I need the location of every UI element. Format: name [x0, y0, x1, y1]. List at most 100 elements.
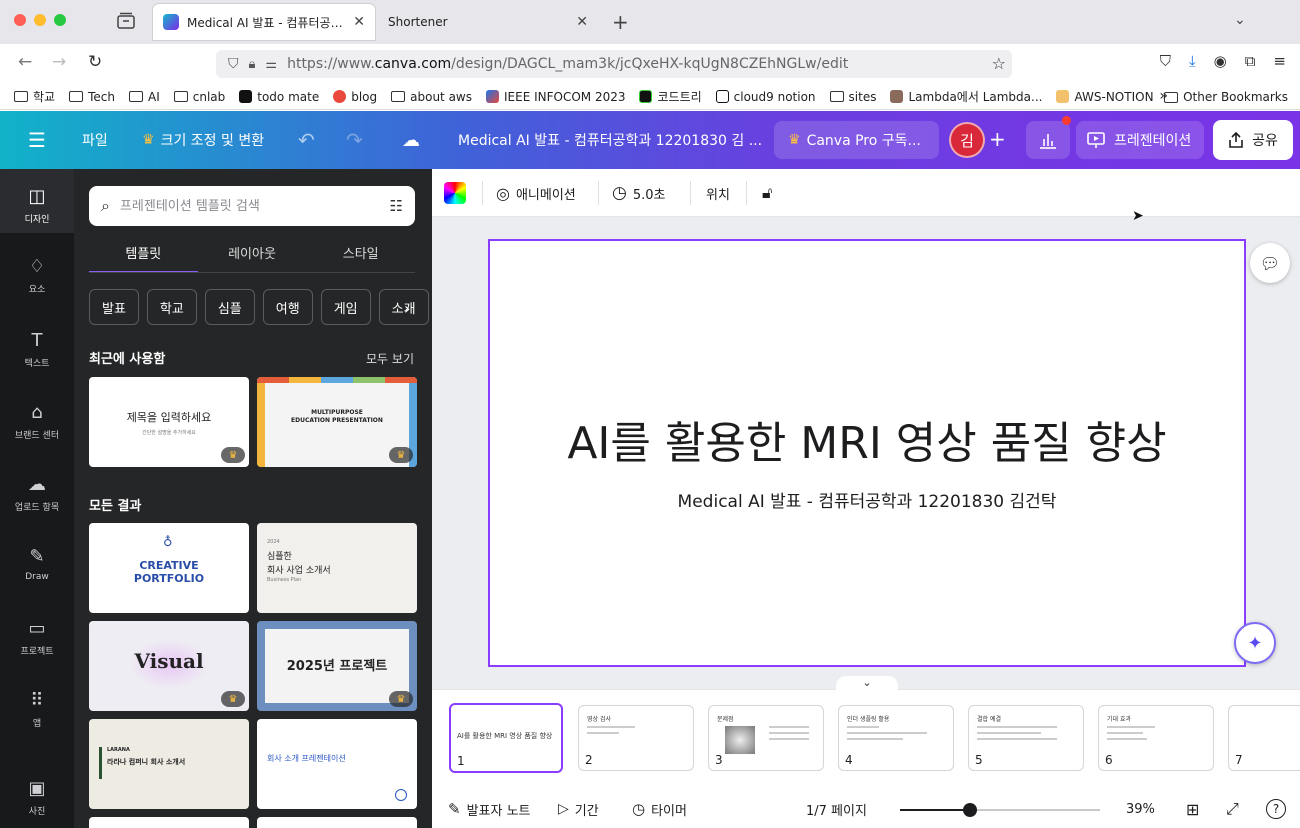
tab-canva[interactable]: Medical AI 발표 - 컴퓨터공학과 12201830 김 ✕ — [153, 4, 375, 40]
tab-templates[interactable]: 템플릿 — [89, 239, 198, 273]
background-color-button[interactable] — [444, 169, 466, 217]
bookmark-folder[interactable]: cnlab — [173, 90, 225, 104]
page-thumb[interactable]: 문제점 3 — [708, 705, 824, 771]
chip[interactable]: 게임 — [320, 289, 371, 325]
account-icon[interactable]: ◉ — [1214, 52, 1227, 70]
page-thumb[interactable]: 결합 예결 5 — [968, 705, 1084, 771]
template-thumb[interactable]: 2025년 프로젝트 ♛ — [257, 621, 417, 711]
add-collaborator-icon[interactable]: + — [989, 127, 1006, 151]
rail-item-apps[interactable]: ⠿ 앱 — [0, 689, 74, 730]
bookmark-link[interactable]: cloud9 notion — [715, 90, 816, 104]
timer-button[interactable]: ◷ 타이머 — [632, 790, 687, 828]
chevron-right-icon[interactable]: › — [404, 299, 410, 318]
see-all-link[interactable]: 모두 보기 — [366, 350, 414, 367]
bookmark-link[interactable]: AWS-NOTION — [1056, 90, 1154, 104]
rail-item-text[interactable]: T 텍스트 — [0, 329, 74, 370]
magic-assistant-button[interactable]: ✦ — [1234, 622, 1276, 664]
address-bar[interactable]: ⛉ 🔒︎ ⚌ https://www.canva.com/design/DAGC… — [216, 50, 1012, 78]
slide-canvas[interactable]: AI를 활용한 MRI 영상 품질 향상 Medical AI 발표 - 컴퓨터… — [488, 239, 1246, 667]
other-bookmarks[interactable]: Other Bookmarks — [1164, 90, 1288, 104]
slide-title[interactable]: AI를 활용한 MRI 영상 품질 향상 — [490, 407, 1244, 471]
chip[interactable]: 여행 — [262, 289, 313, 325]
page-thumb[interactable]: 기대 효과 6 — [1098, 705, 1214, 771]
bookmark-folder[interactable]: AI — [128, 90, 160, 104]
bookmark-link[interactable]: IEEE INFOCOM 2023 — [485, 90, 625, 104]
page-indicator[interactable]: 1/7 페이지 — [806, 790, 867, 828]
canva-pro-button[interactable]: ♛ Canva Pro 구독... — [774, 121, 939, 159]
reload-icon[interactable]: ↻ — [88, 52, 102, 72]
page-thumb[interactable]: 인더 생플링 활용 4 — [838, 705, 954, 771]
zoom-level[interactable]: 39% — [1126, 790, 1155, 828]
extensions-icon[interactable]: ⧉ — [1245, 52, 1256, 70]
avatar[interactable]: 김 — [949, 122, 985, 158]
template-thumb[interactable]: ♁ CREATIVE PORTFOLIO — [89, 523, 249, 613]
template-thumb[interactable]: 2024 심플한 회사 사업 소개서 Business Plan — [257, 523, 417, 613]
template-search[interactable]: ⌕ ☷ — [89, 186, 415, 226]
bookmark-link[interactable]: todo mate — [239, 90, 319, 104]
rail-item-projects[interactable]: ▭ 프로젝트 — [0, 617, 74, 658]
new-tab-icon[interactable]: + — [612, 10, 629, 34]
lock-icon[interactable]: 🔒︎ — [249, 57, 256, 72]
template-thumb[interactable]: 제목을 입력하세요 간단한 설명을 추가하세요 ♛ — [89, 377, 249, 467]
share-button[interactable]: 공유 — [1213, 120, 1293, 160]
design-title[interactable]: Medical AI 발표 - 컴퓨터공학과 12201830 김 ... — [458, 111, 762, 169]
tab-overview-icon[interactable] — [116, 12, 136, 30]
file-menu[interactable]: 파일 — [82, 111, 108, 169]
bookmark-folder[interactable]: about aws — [391, 90, 472, 104]
collapse-pages-icon[interactable]: ⌄ — [836, 676, 898, 692]
rail-item-photos[interactable]: ▣ 사진 — [0, 777, 74, 818]
download-icon[interactable]: ⤓ — [1189, 52, 1196, 70]
bookmark-link[interactable]: blog — [333, 90, 377, 104]
cloud-saved-icon[interactable]: ☁ — [402, 111, 420, 169]
template-thumb[interactable]: LARANA 라라나 컴퍼니 회사 소개서 — [89, 719, 249, 809]
template-thumb[interactable]: 회사 소개 프레젠테이션 — [257, 719, 417, 809]
filter-icon[interactable]: ☷ — [390, 197, 403, 215]
undo-icon[interactable]: ↶ — [298, 111, 315, 169]
fullscreen-icon[interactable]: ⤢ — [1226, 790, 1239, 828]
minimize-window-button[interactable] — [34, 14, 46, 26]
shield-icon[interactable]: ⛉ — [228, 56, 239, 72]
template-thumb[interactable]: MULTIPURPOSE EDUCATION PRESENTATION ♛ — [257, 377, 417, 467]
page-thumb[interactable]: AI를 활용한 MRI 영상 품질 향상 1 — [449, 703, 563, 773]
tab-shortener[interactable]: Shortener ✕ — [378, 4, 598, 40]
back-icon[interactable]: ← — [18, 52, 32, 72]
menu-icon[interactable]: ≡ — [1273, 52, 1286, 70]
animate-button[interactable]: ◎ 애니메이션 — [496, 169, 576, 217]
zoom-window-button[interactable] — [54, 14, 66, 26]
zoom-slider-handle[interactable] — [963, 803, 977, 817]
insights-button[interactable] — [1026, 121, 1070, 159]
bookmark-star-icon[interactable]: ☆ — [992, 54, 1006, 73]
chip[interactable]: 학교 — [146, 289, 197, 325]
bookmark-folder[interactable]: sites — [829, 90, 876, 104]
page-thumb[interactable]: 영상 검사 2 — [578, 705, 694, 771]
redo-icon[interactable]: ↷ — [346, 111, 363, 169]
help-icon[interactable]: ? — [1266, 790, 1286, 828]
tab-styles[interactable]: 스타일 — [306, 239, 415, 273]
page-thumb[interactable]: 7 — [1228, 705, 1300, 771]
slide-subtitle[interactable]: Medical AI 발표 - 컴퓨터공학과 12201830 김건탁 — [490, 487, 1244, 512]
rail-item-design[interactable]: ◫ 디자인 — [0, 169, 74, 233]
template-thumb[interactable]: Visual ♛ — [89, 621, 249, 711]
chevron-down-icon[interactable]: ⌄ — [1234, 12, 1246, 28]
bookmark-folder[interactable]: 학교 — [14, 88, 55, 105]
lock-button[interactable]: 🔓︎ — [762, 169, 772, 217]
add-comment-button[interactable]: 💬︎ — [1250, 243, 1290, 283]
rail-item-brand[interactable]: ⌂ 브랜드 센터 — [0, 401, 74, 442]
close-tab-icon[interactable]: ✕ — [576, 14, 588, 30]
forward-icon[interactable]: → — [52, 52, 66, 72]
close-tab-icon[interactable]: ✕ — [353, 14, 365, 30]
resize-button[interactable]: ♛ 크기 조정 및 변환 — [142, 111, 264, 169]
chip[interactable]: 발표 — [89, 289, 139, 325]
search-input[interactable] — [119, 198, 380, 214]
pocket-icon[interactable]: ⛉ — [1160, 52, 1171, 70]
rail-item-draw[interactable]: ✎ Draw — [0, 545, 74, 583]
notes-button[interactable]: ✎ 발표자 노트 — [448, 790, 531, 828]
present-button[interactable]: 프레젠테이션 — [1076, 121, 1204, 159]
rail-item-elements[interactable]: ♢ 요소 — [0, 255, 74, 296]
duration-button[interactable]: ◷ 5.0초 — [612, 169, 665, 217]
position-button[interactable]: 위치 — [706, 169, 730, 217]
duration-footer-button[interactable]: ▷ 기간 — [558, 790, 599, 828]
template-thumb[interactable] — [257, 817, 417, 828]
bookmark-link[interactable]: Lambda에서 Lambda... — [890, 88, 1042, 105]
template-thumb[interactable] — [89, 817, 249, 828]
